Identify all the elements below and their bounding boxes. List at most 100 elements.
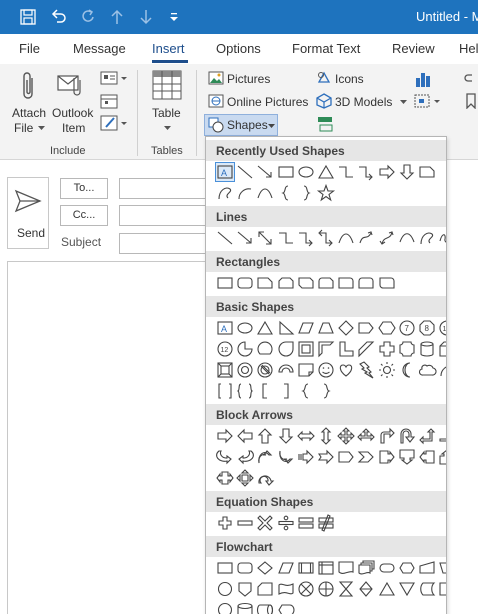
bookmark-button[interactable] xyxy=(464,93,478,112)
shape-elbow-arrow-icon[interactable] xyxy=(296,228,316,248)
shape-curved-up-icon[interactable] xyxy=(255,447,275,467)
shape-multiply-icon[interactable] xyxy=(255,513,275,533)
shape-line-icon[interactable] xyxy=(215,228,235,248)
shape-arc-icon[interactable] xyxy=(235,183,255,203)
shapes-button[interactable]: Shapes xyxy=(204,114,278,136)
save-icon[interactable] xyxy=(18,7,38,27)
shape-decision-icon[interactable] xyxy=(255,558,275,578)
subject-field[interactable] xyxy=(119,233,219,254)
shape-snip-one-icon[interactable] xyxy=(255,273,275,293)
shape-right-triangle-icon[interactable] xyxy=(276,318,296,338)
arrow-down-icon[interactable] xyxy=(136,7,156,27)
shape-octagon-icon[interactable]: 8 xyxy=(417,318,437,338)
shape-curved-right-icon[interactable] xyxy=(215,447,235,467)
business-card-button[interactable] xyxy=(100,71,128,90)
cc-button[interactable]: Cc... xyxy=(60,205,108,226)
tab-insert[interactable]: Insert xyxy=(152,41,185,56)
shape-bevel-icon[interactable] xyxy=(215,360,235,380)
shape-heptagon-icon[interactable]: 7 xyxy=(397,318,417,338)
shape-rectangle-icon[interactable] xyxy=(276,162,296,182)
shape-frame-icon[interactable] xyxy=(296,339,316,359)
shape-left-callout-icon[interactable] xyxy=(417,447,437,467)
shape-direct-access-icon[interactable] xyxy=(255,600,275,614)
shape-sort-icon[interactable] xyxy=(356,579,376,599)
shape-arrow-line-icon[interactable] xyxy=(255,162,275,182)
shape-diagonal-stripe-icon[interactable] xyxy=(356,339,376,359)
shape-arc-icon[interactable] xyxy=(437,360,446,380)
shape-oval-icon[interactable] xyxy=(235,318,255,338)
shape-or-icon[interactable] xyxy=(316,579,336,599)
shape-multidocument-icon[interactable] xyxy=(356,558,376,578)
shape-down-icon[interactable] xyxy=(276,426,296,446)
shape-block-arc-icon[interactable] xyxy=(276,360,296,380)
tab-review[interactable]: Review xyxy=(392,41,435,56)
shape-right-brace-icon[interactable] xyxy=(296,183,316,203)
shape-equal-icon[interactable] xyxy=(296,513,316,533)
shape-right-callout-icon[interactable] xyxy=(377,447,397,467)
shape-round-diag-icon[interactable] xyxy=(377,273,397,293)
shape-card-icon[interactable] xyxy=(255,579,275,599)
shape-up-callout-icon[interactable] xyxy=(437,447,446,467)
shape-double-brace-icon[interactable] xyxy=(235,381,255,401)
shape-data-icon[interactable] xyxy=(276,558,296,578)
shape-pentagon-icon[interactable] xyxy=(356,318,376,338)
shape-left-right-callout-icon[interactable] xyxy=(215,468,235,488)
shape-left-right-up-icon[interactable] xyxy=(356,426,376,446)
customize-qat-icon[interactable] xyxy=(164,7,184,27)
shape-internal-storage-icon[interactable] xyxy=(316,558,336,578)
tab-message[interactable]: Message xyxy=(73,41,126,56)
shape-down-callout-icon[interactable] xyxy=(397,447,417,467)
shape-diamond-icon[interactable] xyxy=(336,318,356,338)
link-button[interactable] xyxy=(464,70,478,89)
shape-round-same-icon[interactable] xyxy=(356,273,376,293)
shape-curve-icon[interactable] xyxy=(255,183,275,203)
shape-elbow-arrow-icon[interactable] xyxy=(356,162,376,182)
cc-field[interactable] xyxy=(119,205,219,226)
shape-curve-icon[interactable] xyxy=(336,228,356,248)
shape-plus-icon[interactable] xyxy=(215,513,235,533)
shape-double-bracket-icon[interactable] xyxy=(215,381,235,401)
tab-options[interactable]: Options xyxy=(216,41,261,56)
shape-process-icon[interactable] xyxy=(215,558,235,578)
shape-curved-left-icon[interactable] xyxy=(235,447,255,467)
shape-bent-icon[interactable] xyxy=(377,426,397,446)
undo-icon[interactable] xyxy=(49,7,69,27)
shape-striped-right-icon[interactable] xyxy=(296,447,316,467)
shape-smiley-icon[interactable] xyxy=(316,360,336,380)
shape-left-brace-icon[interactable] xyxy=(276,183,296,203)
smartart-button[interactable] xyxy=(316,116,334,135)
shape-double-arrow-line-icon[interactable] xyxy=(255,228,275,248)
shape-curve-double-arrow-icon[interactable] xyxy=(377,228,397,248)
shape-notched-right-icon[interactable] xyxy=(316,447,336,467)
send-button[interactable]: Send xyxy=(7,177,49,249)
shape-merge-icon[interactable] xyxy=(397,579,417,599)
shape-bent-up-icon[interactable] xyxy=(437,426,446,446)
shape-freeform-icon[interactable] xyxy=(417,228,437,248)
shape-left-icon[interactable] xyxy=(235,426,255,446)
shape-star-icon[interactable] xyxy=(316,183,336,203)
shape-moon-icon[interactable] xyxy=(397,360,417,380)
shape-plaque-icon[interactable] xyxy=(397,339,417,359)
shape-can-icon[interactable] xyxy=(417,339,437,359)
shape-snip-round-icon[interactable] xyxy=(316,273,336,293)
chart-button[interactable] xyxy=(414,70,432,91)
shape-minus-icon[interactable] xyxy=(235,513,255,533)
shape-snip-rect-icon[interactable] xyxy=(417,162,437,182)
shape-down-arrow-icon[interactable] xyxy=(397,162,417,182)
shape-folded-corner-icon[interactable] xyxy=(296,360,316,380)
shape-rounded-rect-icon[interactable] xyxy=(235,273,255,293)
shape-decagon-icon[interactable]: 10 xyxy=(437,318,446,338)
tab-format-text[interactable]: Format Text xyxy=(292,41,360,56)
shape-triangle-icon[interactable] xyxy=(255,318,275,338)
shape-left-up-icon[interactable] xyxy=(417,426,437,446)
shape-cloud-icon[interactable] xyxy=(417,360,437,380)
shape-l-shape-icon[interactable] xyxy=(336,339,356,359)
shape-delay-icon[interactable] xyxy=(437,579,446,599)
shape-elbow-double-arrow-icon[interactable] xyxy=(316,228,336,248)
arrow-up-icon[interactable] xyxy=(107,7,127,27)
shape-textbox-icon[interactable]: A xyxy=(215,318,235,338)
shape-right-brace-icon[interactable] xyxy=(316,381,336,401)
shape-manual-operation-icon[interactable] xyxy=(437,558,446,578)
shape-half-frame-icon[interactable] xyxy=(316,339,336,359)
shape-textbox-icon[interactable]: A xyxy=(215,162,235,182)
